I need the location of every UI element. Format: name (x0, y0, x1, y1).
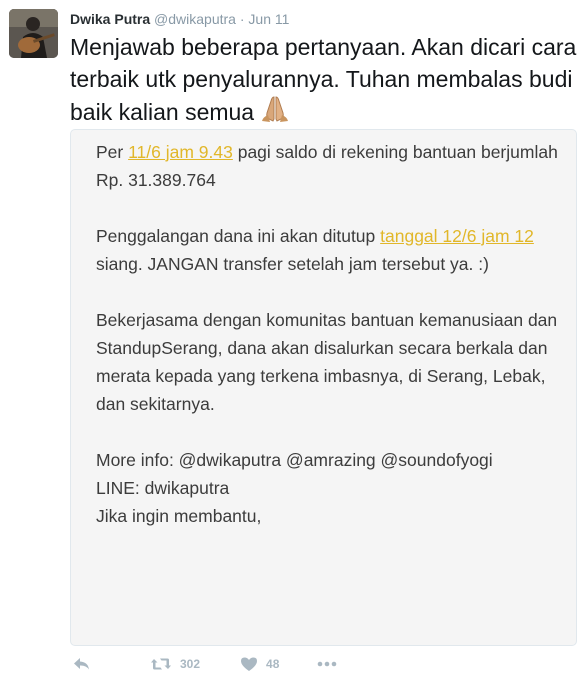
date-link: 11/6 jam 9.43 (128, 142, 233, 162)
avatar-guitar-player-image (9, 9, 58, 58)
tweet-body: Menjawab beberapa pertanyaan. Akan dicar… (70, 34, 577, 125)
author-name[interactable]: Dwika Putra (70, 11, 150, 27)
tweet-text: Menjawab beberapa pertanyaan. Akan dicar… (70, 31, 580, 131)
author-handle[interactable]: @dwikaputra (154, 11, 236, 27)
retweet-button[interactable]: 302 (150, 656, 200, 672)
reply-button[interactable] (72, 656, 92, 672)
deadline-link: tanggal 12/6 jam 12 (380, 226, 534, 246)
note-paragraph-closing: Penggalangan dana ini akan ditutup tangg… (96, 222, 566, 278)
like-count: 48 (266, 657, 280, 671)
retweet-count: 302 (180, 657, 201, 671)
like-button[interactable]: 48 (240, 656, 279, 672)
tweet-date[interactable]: Jun 11 (248, 11, 289, 27)
note-text-segment: siang. JANGAN transfer setelah jam terse… (96, 254, 489, 274)
note-text-segment: LINE: dwikaputra (96, 478, 230, 498)
note-image[interactable]: Per 11/6 jam 9.43 pagi saldo di rekening… (70, 129, 577, 646)
more-button[interactable] (317, 661, 337, 667)
note-text-segment: Per (96, 142, 129, 162)
avatar[interactable] (9, 9, 58, 58)
heart-icon (241, 657, 258, 671)
retweet-icon (151, 658, 171, 670)
note-paragraph-clipped: Jika ingin membantu, (96, 506, 262, 526)
reply-icon (74, 658, 89, 670)
folded-hands-icon (260, 95, 290, 131)
tweet-header: Dwika Putra @dwikaputra · Jun 11 (70, 10, 289, 28)
more-dots-icon (318, 661, 337, 667)
note-paragraph-distribution: Bekerjasama dengan komunitas bantuan kem… (96, 310, 558, 414)
separator: · (239, 11, 245, 27)
note-text: Per 11/6 jam 9.43 pagi saldo di rekening… (96, 138, 566, 530)
note-paragraph-contact: More info: @dwikaputra @amrazing @soundo… (96, 446, 566, 502)
note-text-segment: More info: @dwikaputra @amrazing @soundo… (96, 450, 493, 470)
tweet-actions: 302 48 (70, 652, 337, 676)
note-text-segment: Penggalangan dana ini akan ditutup (96, 226, 381, 246)
note-paragraph-balance: Per 11/6 jam 9.43 pagi saldo di rekening… (96, 138, 566, 194)
